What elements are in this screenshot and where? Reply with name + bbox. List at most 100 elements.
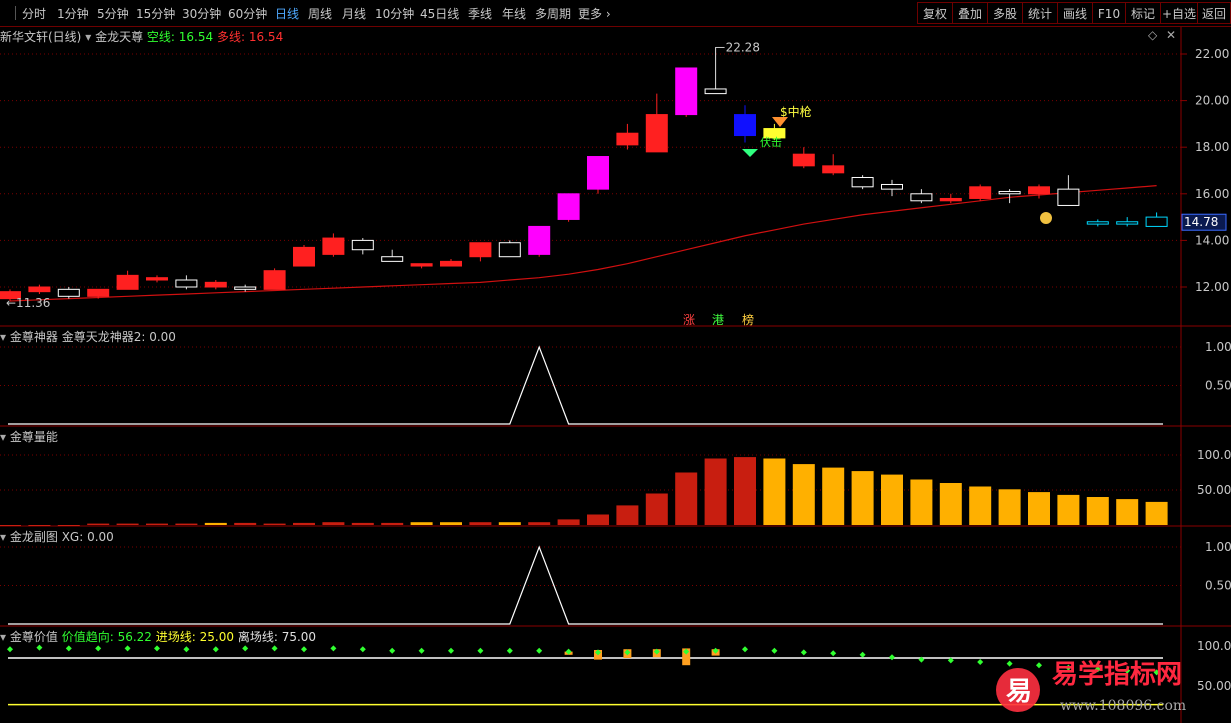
signal-line (8, 345, 1163, 425)
value-dot (330, 645, 337, 652)
value-dot (506, 647, 513, 654)
value-dot (95, 645, 102, 652)
candle-body (440, 260, 462, 267)
volume-bar (57, 525, 80, 526)
duo-label: 多线: (216, 30, 246, 44)
candle-body (557, 193, 580, 220)
candle-body (1028, 186, 1050, 195)
volume-bar (528, 522, 551, 525)
close-icon[interactable]: ✕ (1166, 28, 1176, 42)
volume-bar (557, 519, 580, 525)
volume-bar (87, 523, 110, 525)
bang-label: 榜 (742, 312, 754, 327)
gem-icon (742, 149, 758, 157)
value-dot (389, 647, 396, 654)
chart-annotations: 22.28 ←11.36 $中枪伏击涨 港 榜 (6, 40, 1052, 327)
volume-bar (1057, 494, 1080, 525)
indicator-menu-icon[interactable]: ▾ (85, 30, 91, 44)
exit-line-value: 75.00 (281, 630, 317, 644)
volume-bar (351, 522, 374, 525)
candle-body (116, 274, 139, 290)
value-dot (418, 647, 425, 654)
candle-body (28, 286, 51, 293)
volume-bar (734, 457, 756, 525)
panel-volume-energy-plot (0, 454, 1181, 526)
volume-bar (822, 467, 845, 525)
axis-tick-label: 1.00 (1205, 340, 1231, 354)
value-dot (800, 649, 807, 656)
high-price-label: 22.28 (726, 40, 760, 54)
logo-char: 易 (1006, 677, 1032, 707)
axis-tick-label: 18.00 (1195, 140, 1229, 154)
brand-label: 易学指标网 (1052, 659, 1182, 690)
current-price-label: 14.78 (1184, 215, 1218, 229)
value-dot (859, 651, 866, 658)
axis-tick-label: 14.00 (1195, 233, 1229, 247)
indicator-name: 金龙天尊 (95, 30, 144, 44)
candle-body (1086, 221, 1109, 225)
grid-lines (0, 27, 1231, 723)
volume-bar (704, 458, 727, 525)
volume-bar (763, 458, 786, 525)
panel3-value: 0.00 (87, 530, 114, 544)
panel-menu-icon[interactable]: ▾ (0, 530, 6, 544)
stock-title: 新华文轩(日线) (0, 30, 82, 44)
panel1-value: 0.00 (149, 330, 176, 344)
value-dot (154, 645, 160, 652)
panel-menu-icon[interactable]: ▾ (0, 430, 6, 444)
value-dot (359, 646, 366, 653)
gang-label: 港 (712, 313, 724, 327)
candle-body (469, 242, 492, 258)
volume-bar (469, 522, 492, 525)
volume-bar (146, 523, 168, 525)
panel3-label: XG: (61, 530, 84, 544)
candle-body (293, 246, 315, 267)
value-trend-value: 56.22 (117, 630, 152, 644)
diamond-icon[interactable]: ◇ (1148, 28, 1157, 42)
value-dot (477, 647, 484, 654)
chart-area: 22.28 ←11.36 $中枪伏击涨 港 榜 22.00 20.00 18.00 16.00… (0, 27, 1231, 723)
candle-body (734, 114, 756, 137)
value-dot (771, 647, 778, 654)
volume-bar (969, 486, 992, 525)
kong-label: 空线: (146, 30, 175, 44)
volume-bar (1145, 501, 1168, 525)
watermark: 易易学指标网 www.108096.com (996, 659, 1186, 714)
axis-tick-label: 12.00 (1195, 280, 1229, 294)
candle-body (1116, 221, 1139, 225)
candle-body (704, 88, 727, 95)
candle-body (822, 165, 845, 174)
entry-line-label: 进场线: (155, 630, 196, 644)
panel3-name: 金龙副图 (9, 530, 58, 544)
panel-value-plot (7, 644, 1163, 706)
zhang-label: 涨 (683, 312, 695, 327)
volume-bar (293, 522, 315, 525)
entry-line-value: 25.00 (199, 630, 234, 644)
candlestick-series (0, 47, 1168, 301)
panel-menu-icon[interactable]: ▾ (0, 330, 6, 344)
candle-body (57, 288, 80, 297)
candle-body (528, 225, 551, 255)
candle-body (146, 277, 168, 281)
main-title-bar: 新华文轩(日线) ▾ 金龙天尊 空线: 16.54 多线: 16.54 (0, 28, 283, 45)
value-dot (36, 644, 43, 651)
candle-body (263, 270, 286, 290)
axis-tick-label: 20.00 (1195, 94, 1229, 108)
volume-bar (1086, 497, 1109, 525)
panel2-title: ▾ 金尊量能 (0, 428, 58, 445)
candle-body (998, 190, 1021, 195)
value-dot (183, 646, 190, 653)
candle-body (1057, 188, 1080, 206)
value-dot (271, 645, 278, 652)
panel-menu-icon[interactable]: ▾ (0, 630, 6, 644)
volume-bar (263, 523, 286, 525)
volume-bar (645, 493, 668, 525)
volume-bar (234, 522, 257, 525)
brand-url: www.108096.com (1060, 698, 1186, 714)
value-dot (7, 646, 13, 653)
volume-bar (440, 522, 462, 525)
panel-jinzun-shenqi-plot (0, 345, 1181, 425)
duo-value: 16.54 (248, 30, 284, 44)
panel1-name: 金尊神器 (9, 330, 58, 344)
volume-bar (116, 523, 139, 525)
